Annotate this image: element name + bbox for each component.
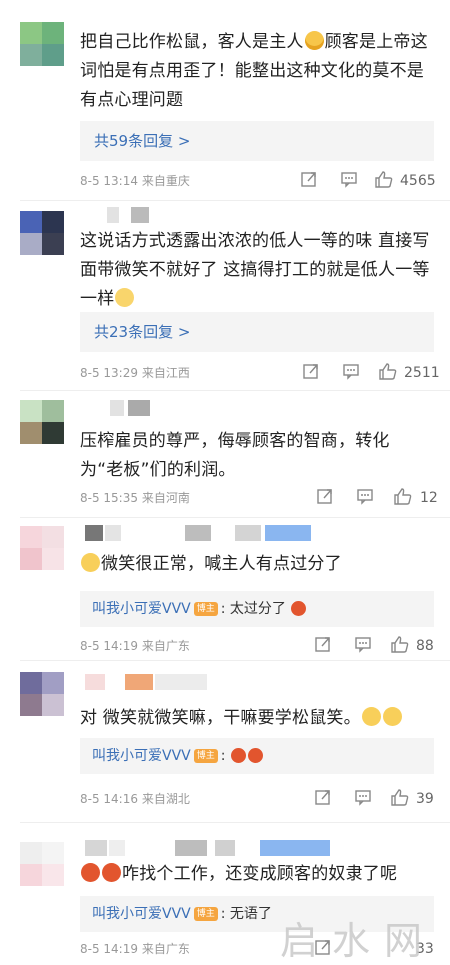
- comment-text: 微笑很正常，喊主人有点过分了: [80, 550, 435, 579]
- smile-emoji-icon: [382, 707, 402, 726]
- comment-icon[interactable]: [354, 788, 372, 810]
- comment-item: 压榨雇员的尊严，侮辱顾客的智商，转化为“老板”们的利润。 8-5 15:35 来…: [0, 390, 450, 517]
- angry-emoji-icon: [230, 748, 246, 763]
- comment-text: 这说话方式透露出浓浓的低人一等的味 直接写面带微笑不就好了 这搞得打工的就是低人…: [80, 227, 435, 314]
- comment-meta: 8-5 15:35 来自河南 12: [80, 487, 438, 509]
- username-masked[interactable]: [85, 840, 355, 856]
- author-reply-quote[interactable]: 叫我小可爱VVV 博主:: [80, 738, 434, 774]
- comment-text-part: 微笑很正常，喊主人有点过分了: [101, 554, 342, 574]
- comment-item: 微笑很正常，喊主人有点过分了 叫我小可爱VVV 博主: 太过分了 8-5 14:1…: [0, 517, 450, 660]
- angry-emoji-icon: [81, 863, 100, 882]
- comment-text-part: 对 微笑就微笑嘛，干嘛要学松鼠笑。: [80, 708, 361, 728]
- username-masked[interactable]: [110, 400, 170, 416]
- quote-text: : 无语了: [220, 906, 272, 922]
- timestamp: 8-5 13:14 来自重庆: [80, 174, 190, 188]
- comment-item: 这说话方式透露出浓浓的低人一等的味 直接写面带微笑不就好了 这搞得打工的就是低人…: [0, 200, 450, 390]
- angry-emoji-icon: [102, 863, 121, 882]
- avatar[interactable]: [20, 211, 64, 255]
- comment-meta: 8-5 14:19 来自广东 88: [80, 635, 435, 657]
- share-icon[interactable]: [314, 635, 332, 657]
- thumbs-up-icon[interactable]: [390, 788, 410, 810]
- comment-item: 把自己比作松鼠，客人是主人 顾客是上帝这词怕是有点用歪了！能整出这种文化的莫不是有…: [0, 0, 450, 200]
- smile-emoji-icon: [361, 707, 381, 726]
- like-count: 4565: [400, 173, 436, 189]
- comment-meta: 8-5 14:16 来自湖北 39: [80, 788, 435, 810]
- timestamp: 8-5 14:16 来自湖北: [80, 792, 190, 806]
- view-replies-button[interactable]: 共59条回复 >: [80, 121, 434, 161]
- view-replies-button[interactable]: 共23条回复 >: [80, 312, 434, 352]
- author-name[interactable]: 叫我小可爱VVV: [92, 906, 191, 922]
- timestamp: 8-5 14:19 来自广东: [80, 639, 190, 653]
- timestamp: 8-5 14:19 来自广东: [80, 942, 190, 956]
- avatar[interactable]: [20, 526, 64, 570]
- author-reply-quote[interactable]: 叫我小可爱VVV 博主: 太过分了: [80, 591, 434, 627]
- thumbs-up-icon[interactable]: [393, 487, 413, 509]
- comment-text: 咋找个工作，还变成顾客的奴隶了呢: [80, 860, 435, 889]
- author-badge: 博主: [193, 602, 218, 616]
- laughing-emoji-icon: [304, 31, 324, 50]
- comment-text: 压榨雇员的尊严，侮辱顾客的智商，转化为“老板”们的利润。: [80, 427, 425, 485]
- like-count: 39: [416, 791, 434, 807]
- username-masked[interactable]: [85, 525, 320, 541]
- author-badge: 博主: [193, 749, 218, 763]
- timestamp: 8-5 15:35 来自河南: [80, 491, 190, 505]
- comment-icon[interactable]: [342, 362, 360, 384]
- watermark-logo: 启水网: [279, 919, 436, 963]
- comment-text-part: 把自己比作松鼠，客人是主人: [80, 32, 304, 52]
- comment-text: 把自己比作松鼠，客人是主人 顾客是上帝这词怕是有点用歪了！能整出这种文化的莫不是有…: [80, 28, 435, 115]
- username-masked[interactable]: [107, 207, 177, 223]
- author-badge: 博主: [193, 907, 218, 921]
- angry-emoji-icon: [247, 748, 263, 763]
- comment-meta: 8-5 13:14 来自重庆 4565: [80, 170, 436, 192]
- comment-item: 对 微笑就微笑嘛，干嘛要学松鼠笑。 叫我小可爱VVV 博主: 8-5 14:16 …: [0, 660, 450, 820]
- comment-text-part: 咋找个工作，还变成顾客的奴隶了呢: [122, 864, 398, 884]
- like-count: 12: [420, 490, 438, 506]
- author-name[interactable]: 叫我小可爱VVV: [92, 601, 191, 617]
- avatar[interactable]: [20, 672, 64, 716]
- comment-text-part: 压榨雇员的尊严，侮辱顾客的智商，转化为“老板”们的利润。: [80, 431, 390, 480]
- quote-text: :: [220, 748, 226, 764]
- share-icon[interactable]: [314, 788, 332, 810]
- username-masked[interactable]: [85, 674, 215, 690]
- share-icon[interactable]: [302, 362, 320, 384]
- quote-text: : 太过分了: [220, 601, 286, 617]
- like-count: 88: [416, 638, 434, 654]
- thumbs-up-icon[interactable]: [378, 362, 398, 384]
- comment-icon[interactable]: [340, 170, 358, 192]
- avatar[interactable]: [20, 400, 64, 444]
- angry-emoji-icon: [291, 601, 307, 616]
- share-icon[interactable]: [316, 487, 334, 509]
- like-count: 2511: [404, 365, 440, 381]
- avatar[interactable]: [20, 22, 64, 66]
- thumbs-up-icon[interactable]: [390, 635, 410, 657]
- share-icon[interactable]: [300, 170, 318, 192]
- timestamp: 8-5 13:29 来自江西: [80, 366, 190, 380]
- thumbs-up-icon[interactable]: [374, 170, 394, 192]
- comment-text: 对 微笑就微笑嘛，干嘛要学松鼠笑。: [80, 704, 435, 733]
- comment-icon[interactable]: [356, 487, 374, 509]
- comment-meta: 8-5 13:29 来自江西 2511: [80, 362, 440, 384]
- smile-emoji-icon: [81, 553, 100, 572]
- avatar[interactable]: [20, 842, 64, 886]
- hand-emoji-icon: [115, 288, 135, 307]
- comment-icon[interactable]: [354, 635, 372, 657]
- author-name[interactable]: 叫我小可爱VVV: [92, 748, 191, 764]
